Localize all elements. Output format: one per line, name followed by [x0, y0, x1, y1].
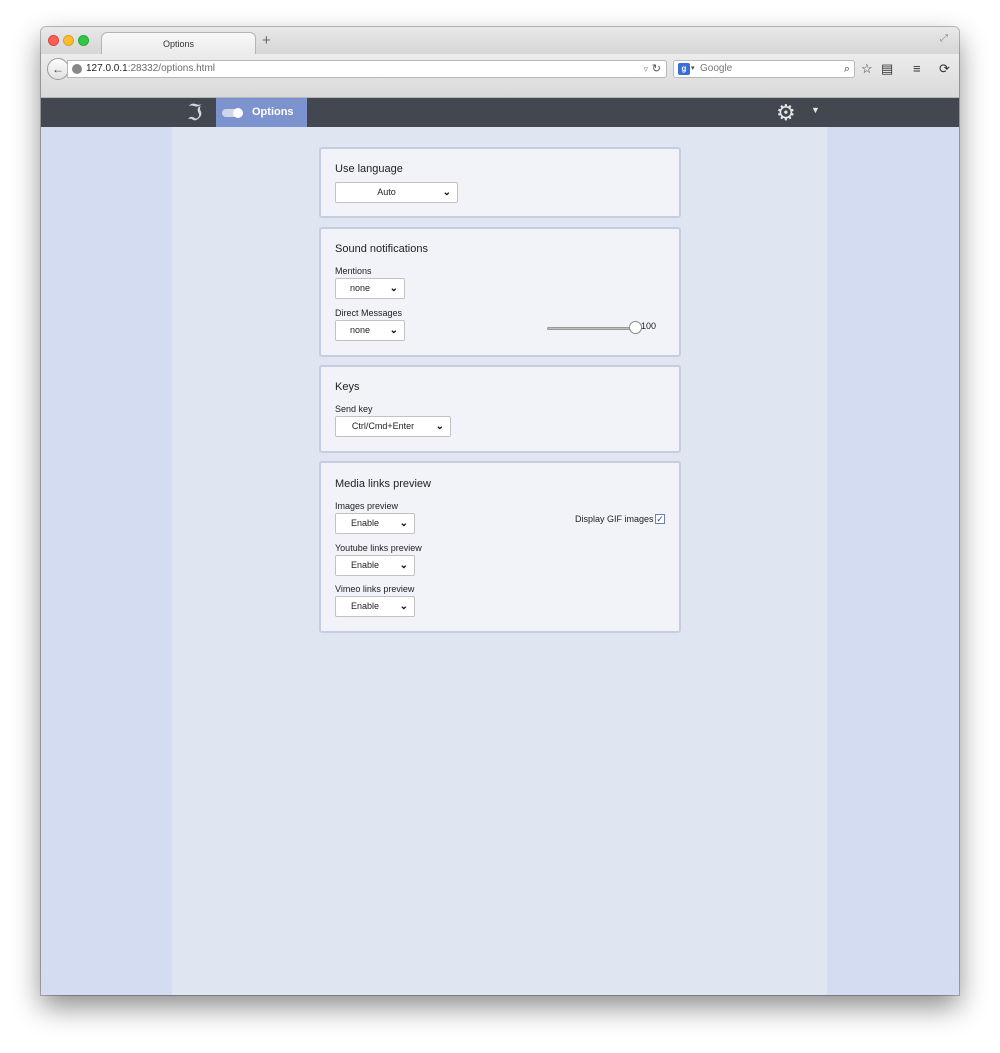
chevron-down-icon: ⌄: [399, 518, 408, 529]
chevron-down-icon: ⌄: [389, 325, 398, 336]
url-path: :28332/options.html: [127, 63, 215, 74]
mentions-select-value: none: [349, 283, 371, 293]
globe-icon: [72, 64, 82, 74]
reload-icon[interactable]: ↻: [652, 61, 661, 77]
vimeo-preview-value: Enable: [350, 601, 380, 611]
browser-tab[interactable]: Options: [101, 32, 256, 54]
search-placeholder: Google: [700, 63, 733, 74]
app-header: ℑ Options ⚙ ▼: [41, 98, 959, 127]
zoom-window-button[interactable]: [78, 35, 89, 46]
mentions-label: Mentions: [335, 266, 372, 276]
mentions-select[interactable]: none ⌄: [335, 278, 405, 299]
media-card-title: Media links preview: [335, 478, 431, 490]
gif-images-label: Display GIF images: [575, 514, 654, 524]
keys-card-title: Keys: [335, 381, 360, 393]
url-dropdown-icon[interactable]: ▿: [643, 61, 648, 77]
navigation-bar: ← 127.0.0.1:28332/options.html ▿ ↻ g ▾ G…: [41, 54, 959, 98]
sync-icon[interactable]: ⟳: [939, 60, 950, 78]
chevron-down-icon: ⌄: [442, 187, 451, 198]
gear-avatar-icon[interactable]: ⚙: [776, 101, 806, 125]
send-key-select-value: Ctrl/Cmd+Enter: [351, 421, 415, 431]
images-preview-value: Enable: [350, 518, 380, 528]
sound-card: Sound notifications Mentions none ⌄ Dire…: [319, 227, 681, 357]
images-preview-label: Images preview: [335, 501, 399, 511]
back-arrow-icon[interactable]: ←: [47, 58, 69, 80]
direct-messages-select-value: none: [349, 325, 371, 335]
hamburger-menu-icon[interactable]: ≡: [913, 60, 921, 78]
search-icon[interactable]: ⌕: [844, 61, 850, 77]
volume-value: 100: [641, 321, 657, 331]
youtube-preview-label: Youtube links preview: [335, 543, 422, 553]
chevron-down-icon: ⌄: [435, 421, 444, 432]
checkmark-icon: ✓: [656, 514, 664, 524]
url-host: 127.0.0.1: [86, 63, 128, 74]
vimeo-preview-select[interactable]: Enable ⌄: [335, 596, 415, 617]
send-key-label: Send key: [335, 404, 373, 414]
direct-messages-label: Direct Messages: [335, 308, 403, 318]
images-preview-select[interactable]: Enable ⌄: [335, 513, 415, 534]
language-select[interactable]: Auto ⌄: [335, 182, 458, 203]
new-tab-button[interactable]: +: [262, 32, 271, 50]
volume-slider[interactable]: [547, 327, 637, 330]
url-bar[interactable]: 127.0.0.1:28332/options.html ▿ ↻: [67, 60, 667, 78]
keys-card: Keys Send key Ctrl/Cmd+Enter ⌄: [319, 365, 681, 453]
minimize-window-button[interactable]: [63, 35, 74, 46]
close-window-button[interactable]: [48, 35, 59, 46]
language-card-title: Use language: [335, 163, 403, 175]
search-bar[interactable]: g ▾ Google ⌕: [673, 60, 855, 78]
send-key-select[interactable]: Ctrl/Cmd+Enter ⌄: [335, 416, 451, 437]
language-card: Use language Auto ⌄: [319, 147, 681, 218]
chevron-down-icon: ⌄: [399, 601, 408, 612]
media-card: Media links preview Images preview Enabl…: [319, 461, 681, 633]
browser-window: Options + ⤢ ← 127.0.0.1:28332/options.ht…: [41, 27, 959, 995]
google-engine-icon[interactable]: g: [678, 63, 690, 75]
account-caret-icon[interactable]: ▼: [811, 105, 820, 115]
language-select-value: Auto: [377, 187, 396, 197]
engine-caret-icon[interactable]: ▾: [691, 61, 695, 77]
title-bar: Options + ⤢: [41, 27, 959, 54]
toggle-icon: [222, 108, 243, 118]
youtube-preview-select[interactable]: Enable ⌄: [335, 555, 415, 576]
clipboard-icon[interactable]: ▤: [881, 60, 893, 78]
fullscreen-icon[interactable]: ⤢: [940, 33, 948, 44]
tab-title: Options: [162, 39, 195, 49]
chevron-down-icon: ⌄: [389, 283, 398, 294]
options-nav-tab[interactable]: Options: [216, 98, 307, 127]
gif-images-checkbox[interactable]: ✓: [655, 514, 665, 524]
options-nav-label: Options: [252, 106, 294, 118]
vimeo-preview-label: Vimeo links preview: [335, 584, 415, 594]
youtube-preview-value: Enable: [350, 560, 380, 570]
sound-card-title: Sound notifications: [335, 243, 428, 255]
app-logo-icon[interactable]: ℑ: [187, 100, 205, 126]
page-content: Use language Auto ⌄ Sound notifications …: [41, 127, 959, 995]
chevron-down-icon: ⌄: [399, 560, 408, 571]
direct-messages-select[interactable]: none ⌄: [335, 320, 405, 341]
star-icon[interactable]: ☆: [861, 60, 873, 78]
